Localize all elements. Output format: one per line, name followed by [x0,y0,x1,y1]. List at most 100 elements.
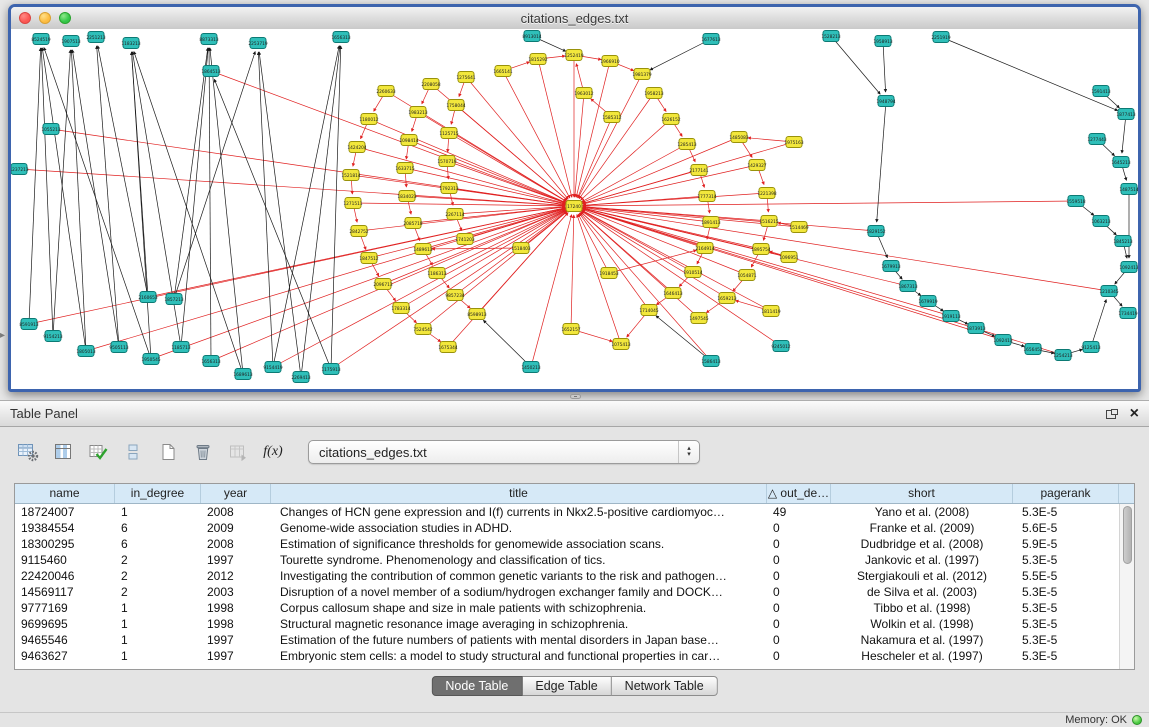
graph-edge[interactable] [941,37,1118,111]
graph-node[interactable]: 1516215 [759,216,778,227]
graph-node[interactable]: 2842752 [349,226,368,237]
table-row[interactable]: 977716911998Corpus callosum shape and si… [15,600,1119,616]
table-row[interactable]: 946362711997Embryonic stem cells: a mode… [15,648,1119,664]
graph-node[interactable]: 1125715 [439,128,458,139]
graph-node[interactable]: 2251213 [86,32,105,43]
graph-edge[interactable] [41,48,53,336]
graph-node[interactable]: 9857234 [445,290,464,301]
graph-node[interactable]: 1055213 [41,124,60,135]
column-header-in_degree[interactable]: in_degree [115,484,201,503]
graph-node[interactable]: 1180012 [359,114,378,125]
graph-node[interactable]: 1958213 [644,88,663,99]
graph-edge[interactable] [273,46,339,367]
graph-node[interactable]: 1679913 [881,261,900,272]
column-header-short[interactable]: short [831,484,1013,503]
graph-node[interactable]: 1910514 [683,267,702,278]
graph-node[interactable]: 1221398 [757,188,776,199]
graph-node[interactable]: 1521814 [341,170,360,181]
graph-edge[interactable] [432,248,521,249]
graph-edge[interactable] [29,48,41,324]
graph-node[interactable]: 1633715 [395,163,414,174]
graph-node[interactable]: 1645213 [1111,157,1130,168]
graph-node[interactable]: 1559518 [1066,196,1085,207]
graph-node[interactable]: 1919113 [941,311,960,322]
graph-node[interactable]: 1975163 [784,137,803,148]
graph-edge[interactable] [301,46,340,377]
graph-node[interactable]: 1075413 [611,339,630,350]
graph-node[interactable]: 1175913 [321,364,340,375]
combo-stepper-icon[interactable]: ▴▾ [678,441,699,463]
graph-node[interactable]: 1585312 [602,112,621,123]
graph-node[interactable]: 1857213 [164,294,183,305]
graph-edge[interactable] [181,48,208,347]
table-settings-button[interactable] [14,439,42,465]
table-row[interactable]: 2242004622012Investigating the contribut… [15,568,1119,584]
graph-edge[interactable] [582,209,747,275]
graph-node[interactable]: 1591413 [1091,86,1110,97]
graph-edge[interactable] [583,209,1063,355]
graph-node[interactable]: 1254213 [1053,350,1072,361]
table-row[interactable]: 1456911722003Disruption of a novel membe… [15,584,1119,600]
graph-node[interactable]: 1252419 [564,50,583,61]
graph-node[interactable]: 2085718 [403,218,422,229]
graph-node[interactable]: 8524519 [31,34,50,45]
graph-node[interactable]: 1656313 [201,356,220,367]
graph-node[interactable]: 1714045 [639,305,658,316]
graph-node[interactable]: 1981379 [632,69,651,80]
graph-edge[interactable] [132,52,148,297]
graph-node[interactable]: 1183213 [121,38,140,49]
graph-node[interactable]: 1877413 [1116,109,1135,120]
graph-edge[interactable] [575,93,584,197]
tab-edge-table[interactable]: Edge Table [522,676,611,696]
splitter-grip[interactable] [570,394,581,399]
graph-node[interactable]: 1891413 [701,217,720,228]
graph-node[interactable]: 1948794 [876,96,895,107]
graph-node[interactable]: 7524542 [413,324,432,335]
graph-node[interactable]: 1811419 [761,306,780,317]
graph-edge[interactable] [580,213,711,361]
graph-node[interactable]: 9505113 [109,342,128,353]
graph-node[interactable]: 1777314 [697,191,716,202]
graph-edge[interactable] [503,71,570,198]
graph-edge[interactable] [538,59,572,197]
graph-edge[interactable] [531,215,572,367]
graph-node[interactable]: 17240 [566,201,582,212]
tab-node-table[interactable]: Node Table [431,676,522,696]
graph-node[interactable]: 1792313 [439,183,458,194]
table-vertical-scrollbar[interactable] [1119,504,1134,669]
graph-node[interactable]: 1237213 [11,164,29,175]
graph-node[interactable]: 1963012 [574,88,593,99]
graph-node[interactable]: 1958913 [873,36,892,47]
graph-node[interactable]: 1665141 [493,66,512,77]
graph-node[interactable]: 1983213 [408,107,427,118]
graph-node[interactable]: 1626152 [661,114,680,125]
scrollbar-thumb[interactable] [1123,506,1132,564]
graph-edge[interactable] [86,209,565,351]
graph-node[interactable]: 1514469 [789,222,808,233]
graph-node[interactable]: 1689613 [233,369,252,380]
graph-edge[interactable] [583,193,767,205]
graph-node[interactable]: 1679919 [918,296,937,307]
collapsed-panel-arrow-icon[interactable]: ▸ [0,330,5,341]
table-row[interactable]: 911546021997Tourette syndrome. Phenomeno… [15,552,1119,568]
graph-edge[interactable] [273,210,566,367]
graph-node[interactable]: 1497545 [689,313,708,324]
table-row[interactable]: 946554611997Estimation of the future num… [15,632,1119,648]
graph-node[interactable]: 1675344 [438,342,457,353]
graph-node[interactable]: 1834023 [397,191,416,202]
graph-edge[interactable] [571,215,574,329]
graph-node[interactable]: 1489613 [413,244,432,255]
graph-node[interactable]: 2208058 [421,79,440,90]
graph-node[interactable]: 2260633 [376,86,395,97]
graph-node[interactable]: 1907513 [61,36,80,47]
graph-node[interactable]: 1429327 [747,160,766,171]
graph-node[interactable]: 1966910 [600,56,619,67]
graph-node[interactable]: 1950545 [141,354,160,365]
graph-node[interactable]: 9125413 [1081,342,1100,353]
graph-edge[interactable] [583,207,1109,291]
graph-node[interactable]: 1485083 [729,132,748,143]
graph-edge[interactable] [174,52,255,299]
tab-network-table[interactable]: Network Table [612,676,718,696]
row-height-button[interactable] [119,439,147,465]
graph-node[interactable]: 8873313 [199,34,218,45]
